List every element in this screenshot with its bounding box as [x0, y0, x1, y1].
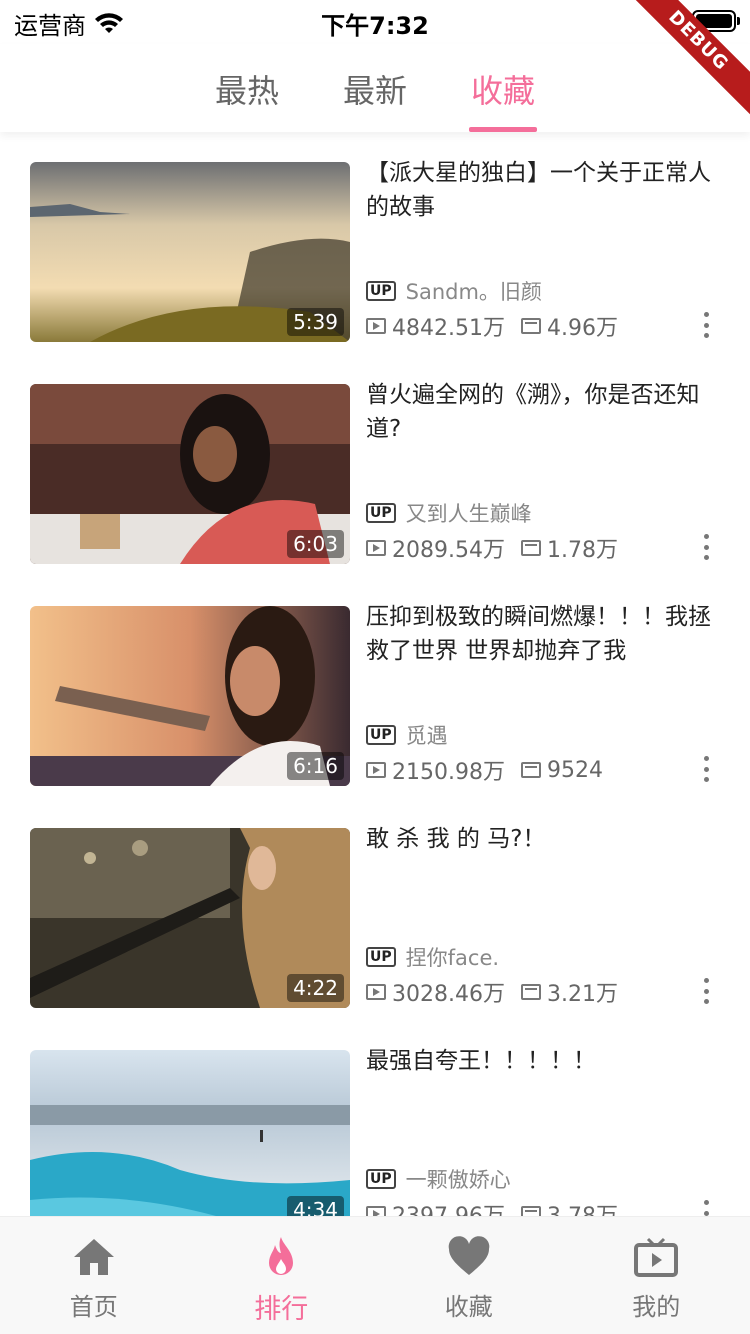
status-bar: 运营商 下午7:32 — [0, 0, 750, 44]
video-stats: 4842.51万 4.96万 — [366, 310, 618, 342]
video-stats: 2397.96万 3.78万 — [366, 1198, 618, 1216]
more-options-icon[interactable] — [702, 534, 710, 560]
video-duration: 6:16 — [287, 752, 344, 780]
danmaku-count: 3.21万 — [546, 982, 618, 1007]
danmaku-icon — [520, 1206, 541, 1216]
play-count-icon — [366, 1206, 386, 1216]
uploader-name: Sandm。旧颜 — [405, 280, 542, 304]
heart-icon — [448, 1236, 490, 1275]
fire-icon — [269, 1237, 294, 1275]
video-item[interactable]: 4:34 最强自夸王！！！！！ UP 一颗傲娇心 2397.96万 3.78万 — [30, 1048, 720, 1216]
nav-favorites-label: 收藏 — [444, 1293, 493, 1321]
uploader-row[interactable]: UP 又到人生巅峰 — [366, 498, 532, 528]
nav-favorites[interactable]: 收藏 — [375, 1217, 563, 1334]
danmaku-icon — [520, 762, 541, 778]
more-options-icon[interactable] — [702, 978, 710, 1004]
video-title[interactable]: 曾火遍全网的《溯》，你是否还知道? — [366, 378, 716, 446]
uploader-name: 一颗傲娇心 — [405, 1168, 511, 1192]
uploader-name: 觅遇 — [405, 724, 448, 748]
tab-hot[interactable]: 最热 — [215, 44, 279, 132]
video-item[interactable]: 6:16 压抑到极致的瞬间燃爆！！！我拯救了世界 世界却抛弃了我 UP 觅遇 2… — [30, 604, 720, 786]
status-time: 下午7:32 — [321, 12, 429, 40]
uploader-row[interactable]: UP Sandm。旧颜 — [366, 276, 542, 306]
danmaku-icon — [520, 318, 541, 334]
danmaku-count: 3.78万 — [547, 1198, 618, 1216]
video-title[interactable]: 敢 杀 我 的 马?！ — [366, 822, 716, 856]
video-stats: 2150.98万 9524 — [366, 754, 603, 786]
video-stats: 3028.46万 3.21万 — [366, 976, 618, 1008]
uploader-name: 又到人生巅峰 — [405, 502, 532, 526]
tab-latest[interactable]: 最新 — [343, 44, 407, 132]
up-badge: UP — [366, 281, 396, 301]
up-badge: UP — [366, 503, 396, 523]
top-tabs: 最热 最新 收藏 — [0, 44, 750, 132]
up-badge: UP — [366, 1169, 396, 1189]
video-item[interactable]: 5:39 【派大星的独白】一个关于正常人的故事 UP Sandm。旧颜 4842… — [30, 160, 720, 342]
more-options-icon[interactable] — [702, 312, 710, 338]
video-item[interactable]: 6:03 曾火遍全网的《溯》，你是否还知道? UP 又到人生巅峰 2089.54… — [30, 382, 720, 564]
danmaku-count: 1.78万 — [546, 538, 618, 563]
play-count-icon — [366, 984, 386, 1000]
video-duration: 6:03 — [287, 530, 344, 558]
uploader-name: 捏你face. — [405, 946, 500, 970]
up-badge: UP — [366, 947, 396, 967]
nav-ranking-label: 排行 — [254, 1294, 309, 1325]
danmaku-icon — [520, 984, 541, 1000]
uploader-row[interactable]: UP 觅遇 — [366, 720, 448, 750]
view-count: 2089.54万 — [392, 538, 505, 563]
nav-home[interactable]: 首页 — [0, 1217, 188, 1334]
video-duration: 4:34 — [287, 1196, 344, 1216]
video-thumbnail[interactable]: 6:03 — [30, 384, 350, 564]
tv-icon — [634, 1237, 679, 1277]
view-count: 2397.96万 — [392, 1198, 505, 1216]
nav-mine-label: 我的 — [632, 1293, 681, 1321]
bottom-nav: 首页 排行 收藏 我的 — [0, 1216, 750, 1334]
video-list: 5:39 【派大星的独白】一个关于正常人的故事 UP Sandm。旧颜 4842… — [0, 132, 750, 1216]
video-title[interactable]: 压抑到极致的瞬间燃爆！！！我拯救了世界 世界却抛弃了我 — [366, 600, 716, 668]
home-icon — [73, 1239, 114, 1275]
video-thumbnail[interactable]: 5:39 — [30, 162, 350, 342]
video-duration: 5:39 — [287, 308, 344, 336]
danmaku-count: 9524 — [546, 757, 603, 783]
play-count-icon — [366, 762, 386, 778]
video-thumbnail[interactable]: 6:16 — [30, 606, 350, 786]
video-duration: 4:22 — [287, 974, 344, 1002]
tab-favorites[interactable]: 收藏 — [469, 44, 537, 132]
nav-home-label: 首页 — [69, 1293, 118, 1321]
video-thumbnail[interactable]: 4:34 — [30, 1050, 350, 1216]
play-count-icon — [366, 318, 386, 334]
nav-mine[interactable]: 我的 — [563, 1217, 750, 1334]
video-item[interactable]: 4:22 敢 杀 我 的 马?！ UP 捏你face. 3028.46万 3.2… — [30, 826, 720, 1008]
video-title[interactable]: 最强自夸王！！！！！ — [366, 1044, 716, 1078]
video-stats: 2089.54万 1.78万 — [366, 532, 618, 564]
more-options-icon[interactable] — [702, 756, 710, 782]
nav-ranking[interactable]: 排行 — [188, 1217, 376, 1334]
up-badge: UP — [366, 725, 396, 745]
danmaku-count: 4.96万 — [546, 316, 618, 341]
uploader-row[interactable]: UP 捏你face. — [366, 942, 499, 972]
danmaku-icon — [520, 540, 541, 556]
more-options-icon[interactable] — [702, 1200, 710, 1216]
video-thumbnail[interactable]: 4:22 — [30, 828, 350, 1008]
view-count: 3028.46万 — [392, 982, 505, 1007]
video-title[interactable]: 【派大星的独白】一个关于正常人的故事 — [366, 156, 716, 224]
view-count: 4842.51万 — [392, 316, 505, 341]
play-count-icon — [366, 540, 386, 556]
uploader-row[interactable]: UP 一颗傲娇心 — [366, 1164, 511, 1194]
view-count: 2150.98万 — [392, 760, 505, 785]
